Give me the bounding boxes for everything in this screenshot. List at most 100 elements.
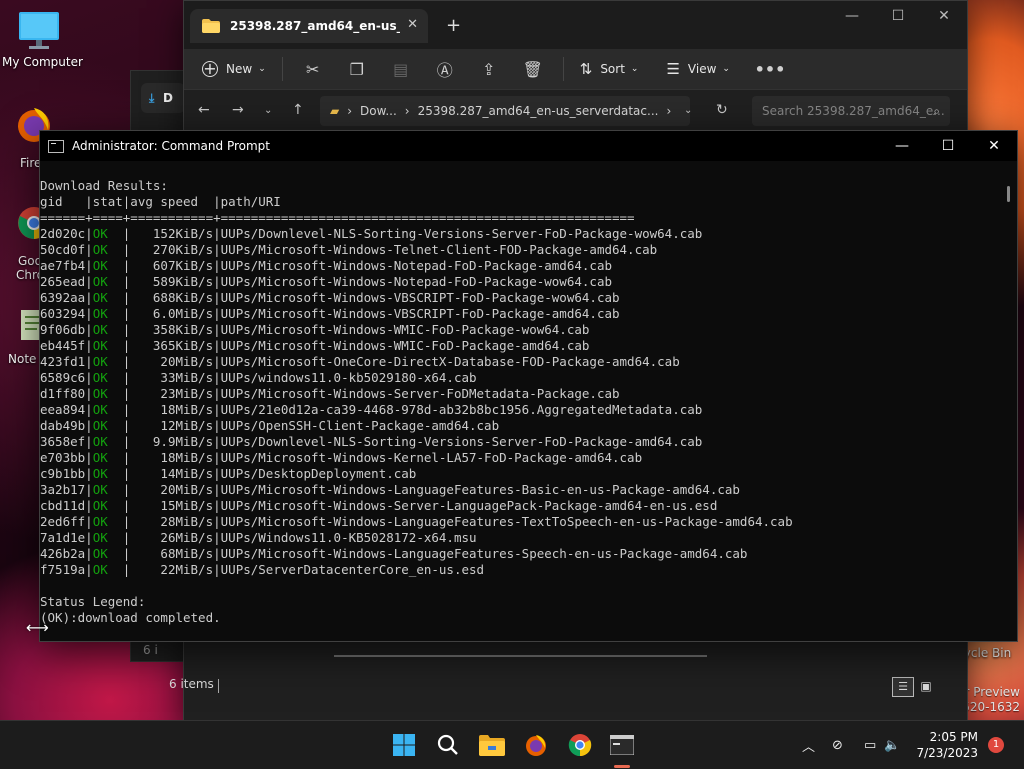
table-row: 9f06db|OK | 358KiB/s|UUPs/Microsoft-Wind… bbox=[40, 322, 999, 338]
chevron-up-icon: ︿ bbox=[802, 739, 816, 755]
taskbar-chrome[interactable] bbox=[566, 731, 594, 759]
gid-cell: 9f06db bbox=[40, 322, 86, 337]
details-view-icon[interactable]: ☰ bbox=[892, 677, 914, 697]
close-tab-icon[interactable]: ✕ bbox=[407, 17, 418, 32]
gid-cell: 50cd0f bbox=[40, 242, 86, 257]
explorer-tab[interactable]: 25398.287_amd64_en-us_serv ✕ bbox=[190, 9, 428, 43]
speed-cell: 152KiB/s bbox=[130, 226, 214, 241]
background-window-title: D bbox=[163, 91, 173, 105]
network-disconnected-icon: ⊘ bbox=[832, 737, 843, 753]
command-prompt-window[interactable]: Administrator: Command Prompt — ☐ ✕ Down… bbox=[39, 130, 1018, 642]
column-separator: | bbox=[107, 530, 131, 545]
table-row: d1ff80|OK | 23MiB/s|UUPs/Microsoft-Windo… bbox=[40, 386, 999, 402]
close-button[interactable]: ✕ bbox=[921, 1, 967, 33]
cmd-window-controls: — ☐ ✕ bbox=[879, 131, 1017, 163]
column-separator: | bbox=[107, 354, 131, 369]
scrollbar-thumb[interactable] bbox=[1007, 186, 1010, 202]
status-cell: OK bbox=[92, 290, 108, 305]
start-button[interactable] bbox=[390, 731, 418, 759]
copy-icon[interactable]: ❐ bbox=[335, 60, 379, 79]
horizontal-scrollbar[interactable] bbox=[334, 655, 707, 657]
sort-button[interactable]: ⇅ Sort ⌄ bbox=[580, 53, 639, 85]
address-dropdown-icon[interactable]: ⌄ bbox=[684, 105, 692, 116]
speed-cell: 15MiB/s bbox=[130, 498, 214, 513]
legend-title: Status Legend: bbox=[40, 594, 146, 609]
column-separator: | bbox=[213, 418, 221, 433]
explorer-command-bar: + New ⌄ ✂ ❐ ▤ Ⓐ ⇪ 🗑 ⇅ Sort ⌄ ☰ View ⌄ ••… bbox=[184, 49, 967, 90]
rename-icon[interactable]: Ⓐ bbox=[423, 57, 467, 81]
notification-badge[interactable]: 1 bbox=[988, 737, 1004, 753]
quick-settings-button[interactable]: ▭ 🔈 bbox=[864, 721, 900, 769]
column-separator: | bbox=[107, 498, 131, 513]
address-bar[interactable]: ▰ › Dow... › 25398.287_amd64_en-us_serve… bbox=[320, 96, 690, 126]
path-cell: UUPs/windows11.0-kb5029180-x64.cab bbox=[220, 370, 477, 385]
speed-cell: 270KiB/s bbox=[130, 242, 214, 257]
paste-icon[interactable]: ▤ bbox=[379, 60, 423, 79]
table-row: 265ead|OK | 589KiB/s|UUPs/Microsoft-Wind… bbox=[40, 274, 999, 290]
search-button[interactable] bbox=[434, 731, 462, 759]
column-separator: | bbox=[213, 482, 221, 497]
table-row: 423fd1|OK | 20MiB/s|UUPs/Microsoft-OneCo… bbox=[40, 354, 999, 370]
network-status[interactable]: ⊘ bbox=[832, 721, 843, 769]
maximize-button[interactable]: ☐ bbox=[925, 131, 971, 163]
minimize-button[interactable]: — bbox=[879, 131, 925, 163]
view-button[interactable]: ☰ View ⌄ bbox=[666, 53, 729, 85]
maximize-button[interactable]: ☐ bbox=[875, 1, 921, 33]
gid-cell: 3658ef bbox=[40, 434, 86, 449]
refresh-icon[interactable]: ↻ bbox=[716, 102, 728, 118]
column-separator: | bbox=[85, 482, 93, 497]
taskbar-file-explorer[interactable] bbox=[478, 731, 506, 759]
desktop-icon-my-computer[interactable]: My Computer bbox=[2, 8, 83, 69]
vertical-scrollbar[interactable] bbox=[999, 162, 1017, 641]
address-segment[interactable]: Dow... bbox=[360, 104, 397, 118]
cmd-titlebar[interactable]: Administrator: Command Prompt — ☐ ✕ bbox=[40, 131, 1017, 161]
chevron-down-icon: ⌄ bbox=[258, 64, 266, 74]
forward-icon[interactable]: → bbox=[232, 102, 244, 118]
status-cell: OK bbox=[92, 562, 108, 577]
more-options-icon[interactable]: ••• bbox=[748, 60, 792, 79]
path-cell: UUPs/ServerDatacenterCore_en-us.esd bbox=[220, 562, 485, 577]
delete-icon[interactable]: 🗑 bbox=[511, 60, 555, 79]
table-row: ae7fb4|OK | 607KiB/s|UUPs/Microsoft-Wind… bbox=[40, 258, 999, 274]
taskbar-command-prompt[interactable] bbox=[608, 731, 636, 759]
column-separator: | bbox=[107, 482, 131, 497]
gid-cell: 423fd1 bbox=[40, 354, 86, 369]
path-cell: UUPs/Microsoft-Windows-LanguageFeatures-… bbox=[220, 514, 793, 529]
speed-cell: 20MiB/s bbox=[130, 354, 214, 369]
back-icon[interactable]: ← bbox=[198, 102, 210, 118]
show-hidden-icons-button[interactable]: ︿ bbox=[802, 721, 815, 769]
address-segment[interactable]: 25398.287_amd64_en-us_serverdatac... bbox=[418, 104, 659, 118]
console-output[interactable]: Download Results: gid |stat|avg speed |pa… bbox=[40, 162, 999, 641]
column-separator: | bbox=[107, 290, 131, 305]
table-row: e703bb|OK | 18MiB/s|UUPs/Microsoft-Windo… bbox=[40, 450, 999, 466]
folder-icon bbox=[479, 735, 505, 756]
gid-cell: cbd11d bbox=[40, 498, 86, 513]
table-row: eb445f|OK | 365KiB/s|UUPs/Microsoft-Wind… bbox=[40, 338, 999, 354]
column-separator: | bbox=[107, 338, 131, 353]
close-button[interactable]: ✕ bbox=[971, 131, 1017, 163]
status-cell: OK bbox=[92, 322, 108, 337]
status-cell: OK bbox=[92, 546, 108, 561]
clock[interactable]: 2:05 PM 7/23/2023 bbox=[916, 729, 978, 761]
path-cell: UUPs/Microsoft-Windows-VBSCRIPT-FoD-Pack… bbox=[220, 290, 620, 305]
column-separator: | bbox=[107, 242, 131, 257]
recent-locations-icon[interactable]: ⌄ bbox=[264, 105, 272, 116]
new-button[interactable]: + New ⌄ bbox=[202, 53, 266, 85]
search-input[interactable]: Search 25398.287_amd64_e... ⌕ bbox=[752, 96, 950, 126]
table-row: eea894|OK | 18MiB/s|UUPs/21e0d12a-ca39-4… bbox=[40, 402, 999, 418]
minimize-button[interactable]: — bbox=[829, 1, 875, 33]
share-icon[interactable]: ⇪ bbox=[467, 60, 511, 79]
column-separator: | bbox=[107, 546, 131, 561]
tiles-view-icon[interactable]: ▣ bbox=[916, 677, 936, 695]
gid-cell: d1ff80 bbox=[40, 386, 86, 401]
taskbar-firefox[interactable] bbox=[522, 731, 550, 759]
new-tab-button[interactable]: + bbox=[446, 15, 461, 36]
background-window-tab[interactable]: ⤓ D bbox=[141, 83, 185, 113]
up-icon[interactable]: ↑ bbox=[292, 102, 304, 118]
results-table: 2d020c|OK | 152KiB/s|UUPs/Downlevel-NLS-… bbox=[40, 226, 999, 578]
status-cell: OK bbox=[92, 466, 108, 481]
column-separator: | bbox=[213, 354, 221, 369]
cut-icon[interactable]: ✂ bbox=[291, 60, 335, 79]
cmd-title: Administrator: Command Prompt bbox=[72, 139, 270, 153]
table-row: 6589c6|OK | 33MiB/s|UUPs/windows11.0-kb5… bbox=[40, 370, 999, 386]
